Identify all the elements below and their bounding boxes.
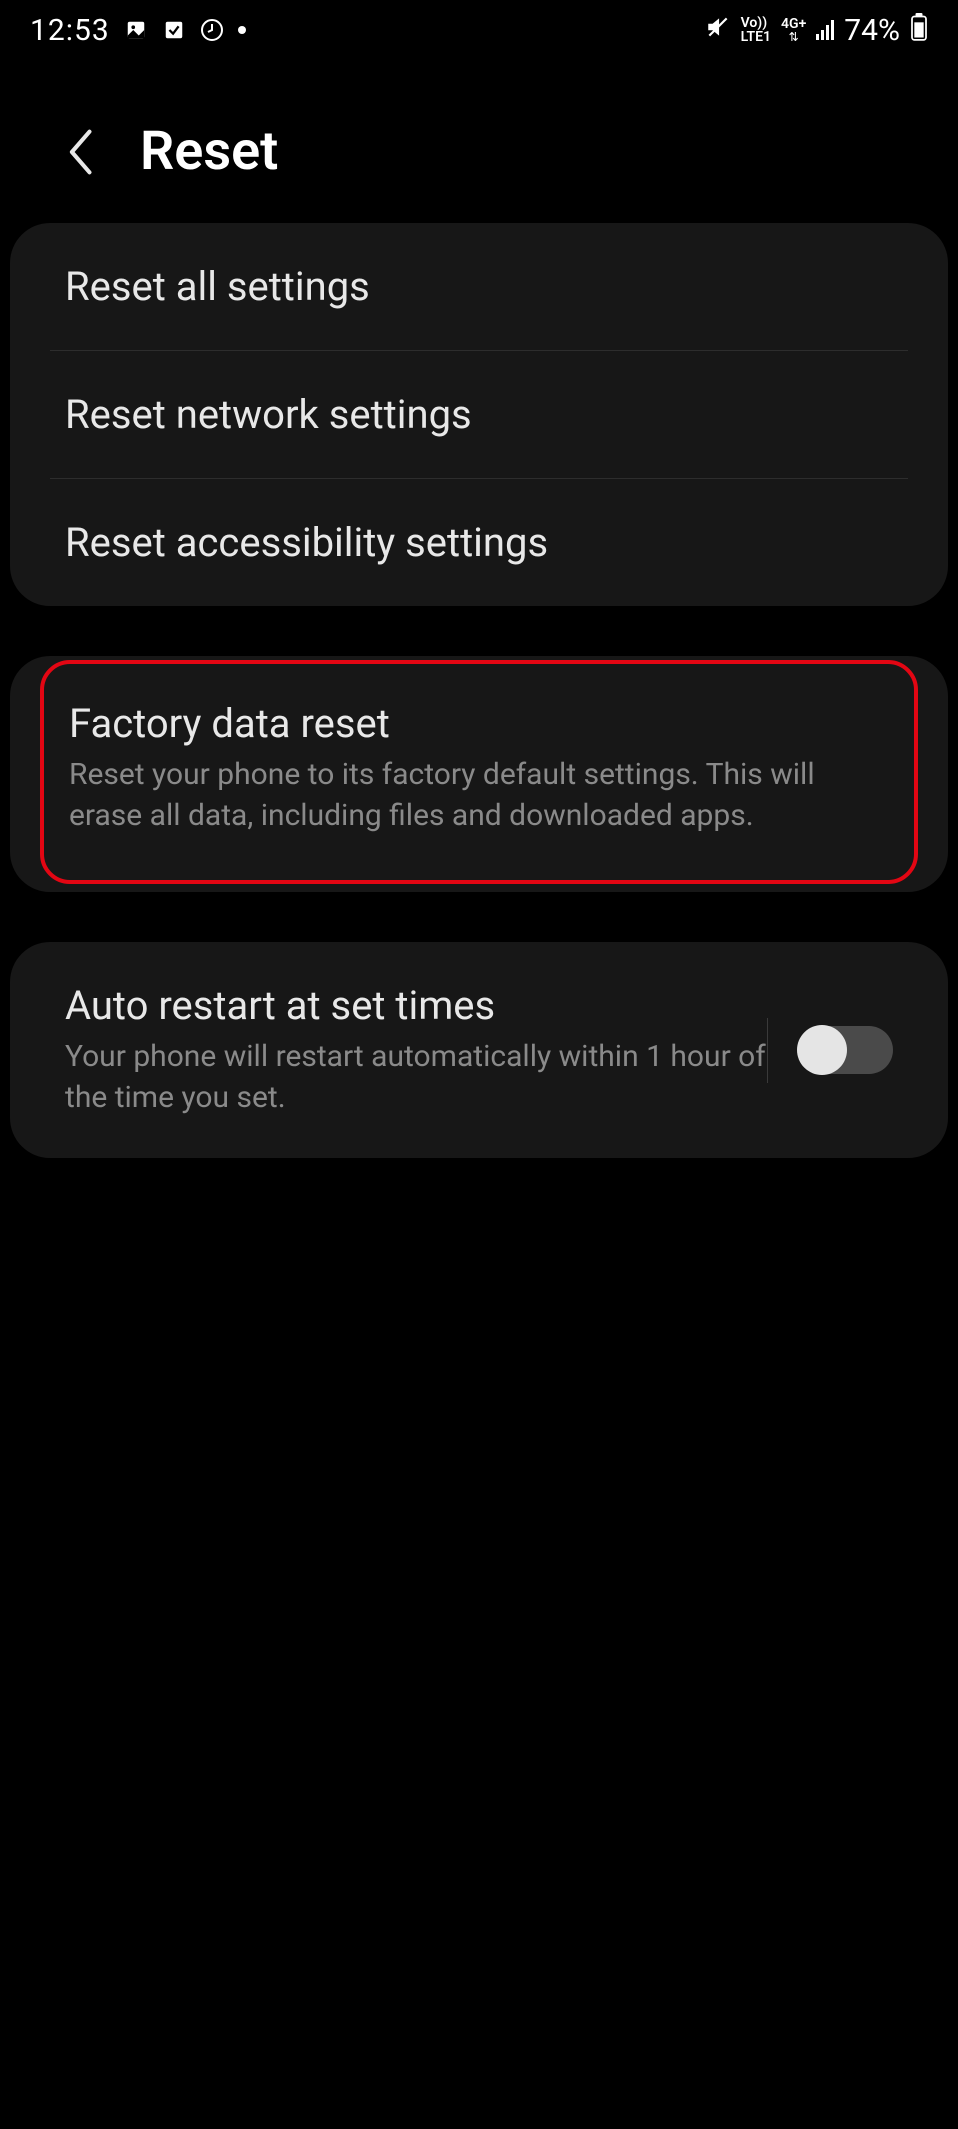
- battery-icon: [910, 13, 928, 48]
- auto-restart-card: Auto restart at set times Your phone wil…: [10, 942, 948, 1158]
- battery-percentage: 74%: [844, 13, 900, 48]
- content-area: Reset all settings Reset network setting…: [0, 223, 958, 1158]
- item-description: Your phone will restart automatically wi…: [65, 1037, 767, 1118]
- chevron-left-icon: [65, 129, 95, 175]
- item-label: Reset all settings: [65, 263, 893, 310]
- back-button[interactable]: [60, 132, 100, 172]
- status-time: 12:53: [30, 13, 110, 48]
- reset-options-card: Reset all settings Reset network setting…: [10, 223, 948, 606]
- page-header: Reset: [0, 60, 958, 223]
- status-bar: 12:53 Vo)) LTE1 4G+ ⇅ 74%: [0, 0, 958, 60]
- reset-network-settings-item[interactable]: Reset network settings: [10, 351, 948, 478]
- auto-restart-item[interactable]: Auto restart at set times Your phone wil…: [10, 942, 948, 1158]
- item-label: Factory data reset: [69, 700, 889, 747]
- item-label: Reset network settings: [65, 391, 893, 438]
- reset-all-settings-item[interactable]: Reset all settings: [10, 223, 948, 350]
- auto-restart-toggle[interactable]: [798, 1026, 893, 1074]
- reset-accessibility-settings-item[interactable]: Reset accessibility settings: [10, 479, 948, 606]
- mute-icon: [705, 14, 731, 47]
- toggle-knob: [797, 1025, 847, 1075]
- factory-data-reset-highlight: Factory data reset Reset your phone to i…: [40, 660, 918, 884]
- item-label: Reset accessibility settings: [65, 519, 893, 566]
- factory-reset-card: Factory data reset Reset your phone to i…: [10, 656, 948, 892]
- vertical-divider: [767, 1018, 768, 1083]
- factory-data-reset-item[interactable]: Factory data reset Reset your phone to i…: [44, 664, 914, 880]
- toggle-container: [767, 1018, 893, 1083]
- item-description: Reset your phone to its factory default …: [69, 755, 889, 836]
- update-icon: [200, 18, 224, 42]
- gallery-icon: [124, 18, 148, 42]
- status-right: Vo)) LTE1 4G+ ⇅ 74%: [705, 13, 928, 48]
- data-arrows-icon: ⇅: [789, 31, 799, 43]
- signal-icon: [816, 20, 834, 40]
- network-type-indicator: 4G+ ⇅: [781, 17, 806, 43]
- checkbox-icon: [162, 18, 186, 42]
- status-left: 12:53: [30, 13, 246, 48]
- page-title: Reset: [140, 120, 278, 183]
- item-label: Auto restart at set times: [65, 982, 767, 1029]
- volte-indicator: Vo)) LTE1: [741, 16, 771, 44]
- more-notifications-dot: [238, 26, 246, 34]
